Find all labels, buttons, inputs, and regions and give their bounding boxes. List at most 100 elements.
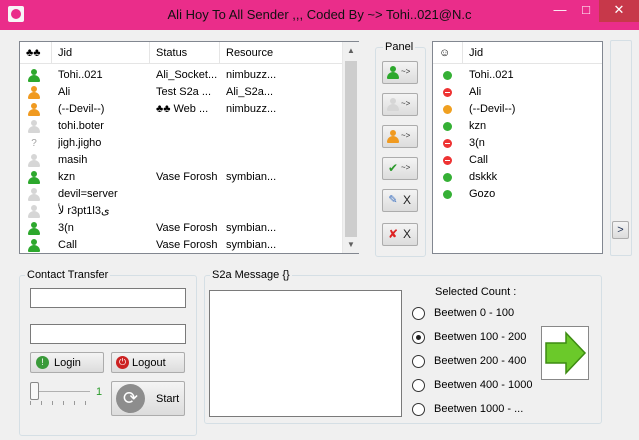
send-gray-user-button[interactable]: ~> [382,93,418,116]
selected-row[interactable]: 3(n [433,135,602,152]
green-user-icon [28,171,40,184]
send-green-user-button[interactable]: ~> [382,61,418,84]
gray-user-icon [28,120,40,133]
green-arrow-icon [545,331,587,375]
green-user-icon [28,69,40,82]
column-header-jid[interactable]: Jid [52,42,150,64]
selected-jid: Tohi..021 [469,69,514,81]
orange-status-icon [443,105,452,114]
contact-status: Vase Forosh [156,239,218,251]
contact-resource: symbian... [226,171,277,183]
selected-jid: kzn [469,120,487,132]
selected-row[interactable]: dskkk [433,169,602,186]
contact-row[interactable]: Ali Test S2a ... Ali_S2a... [20,84,342,101]
column-header-smiley[interactable]: ☺ [433,42,463,64]
red-status-icon [443,88,452,97]
scroll-up-arrow-icon[interactable]: ▲ [343,43,359,59]
count-radio[interactable] [412,403,425,416]
slider-ticks [30,401,90,405]
green-status-icon [443,173,452,182]
contact-jid: tohi.boter [58,120,104,132]
contact-status: ♣♣ Web ... [156,103,209,115]
selected-row[interactable]: Gozo [433,186,602,203]
contact-row[interactable]: masih [20,152,342,169]
start-button[interactable]: ⟳ Start [111,381,185,416]
broom-icon: ✎ [388,194,398,206]
contacts-list[interactable]: ♣♣ Jid Status Resource Tohi..021 Ali_Sock… [19,41,359,254]
selected-jid: Gozo [469,188,496,200]
username-input[interactable] [30,288,186,308]
power-icon: ⏻ [116,356,129,369]
green-status-icon [443,190,452,199]
count-radio-label[interactable]: Beetwen 1000 - ... [434,403,523,415]
contact-row[interactable]: (--Devil--) ♣♣ Web ... nimbuzz... [20,101,342,118]
count-radio[interactable] [412,331,425,344]
contact-jid: Ali [58,86,71,98]
contact-row[interactable]: tohi.boter [20,118,342,135]
clear-list-button[interactable]: ✎ X [382,189,418,212]
contact-resource: symbian... [226,239,277,251]
remove-selected-button[interactable]: ✘ X [382,223,418,246]
selected-list[interactable]: ☺ Jid Tohi..021 Ali (--Devil--) kzn 3(n Call d… [432,41,603,254]
red-status-icon [443,139,452,148]
scroll-down-arrow-icon[interactable]: ▼ [343,237,359,253]
selected-row[interactable]: Ali [433,84,602,101]
count-radio[interactable] [412,379,425,392]
contact-row[interactable]: Call Vase Forosh symbian... [20,237,342,254]
maximize-button[interactable]: □ [573,0,599,22]
unknown-icon: ? [31,138,37,149]
contact-jid: kzn [58,171,76,183]
selected-jid: 3(n [469,137,485,149]
count-radio-label[interactable]: Beetwen 200 - 400 [434,355,526,367]
contact-status: Test S2a ... [156,86,212,98]
contact-jid: jigh.jigho [58,137,102,149]
selected-jid: Ali [469,86,482,98]
gray-user-icon [387,98,399,111]
column-header-resource[interactable]: Resource [220,42,342,64]
column-header-status[interactable]: Status [150,42,220,64]
count-radio-label[interactable]: Beetwen 400 - 1000 [434,379,532,391]
contact-row[interactable]: ? jigh.jigho [20,135,342,152]
red-x-icon: ✘ [387,227,399,241]
close-button[interactable]: ✕ [599,0,639,22]
send-group-button[interactable]: ~> [382,125,418,148]
selected-row[interactable]: kzn [433,118,602,135]
group-users-icon [387,130,399,143]
count-radio-label[interactable]: Beetwen 100 - 200 [434,331,526,343]
column-header-icon[interactable]: ♣♣ [20,42,52,64]
password-input[interactable] [30,324,186,344]
login-icon: ! [36,356,49,369]
contact-row[interactable]: devil=server [20,186,342,203]
send-button[interactable] [541,326,589,380]
contact-jid: Call [58,239,77,251]
side-strip [610,40,632,256]
count-radio[interactable] [412,355,425,368]
selected-jid: dskkk [469,171,498,183]
send-checked-button[interactable]: ✔ ~> [382,157,418,180]
column-header-jid[interactable]: Jid [463,42,602,64]
slider-thumb[interactable] [30,382,39,400]
selected-header: ☺ Jid [433,42,602,64]
login-button[interactable]: ! Login [30,352,104,373]
green-user-icon [28,239,40,252]
count-radio-label[interactable]: Beetwen 0 - 100 [434,307,514,319]
selected-row[interactable]: Call [433,152,602,169]
contact-row[interactable]: kzn Vase Forosh symbian... [20,169,342,186]
contact-status: Ali_Socket... [156,69,218,81]
green-status-icon [443,122,452,131]
message-textarea[interactable] [209,290,402,417]
selected-jid: (--Devil--) [469,103,516,115]
contact-row[interactable]: 3(n Vase Forosh symbian... [20,220,342,237]
minimize-button[interactable]: — [547,0,573,22]
selected-row[interactable]: Tohi..021 [433,67,602,84]
scroll-thumb[interactable] [345,61,357,237]
contact-row[interactable]: ﻷ r3pt1l3ﻯ [20,203,342,220]
count-radio[interactable] [412,307,425,320]
gray-user-icon [28,154,40,167]
green-status-icon [443,71,452,80]
logout-button[interactable]: ⏻ Logout [111,352,185,373]
contacts-scrollbar[interactable]: ▲ ▼ [342,42,359,253]
selected-row[interactable]: (--Devil--) [433,101,602,118]
slider-track[interactable] [30,391,90,392]
contact-row[interactable]: Tohi..021 Ali_Socket... nimbuzz... [20,67,342,84]
